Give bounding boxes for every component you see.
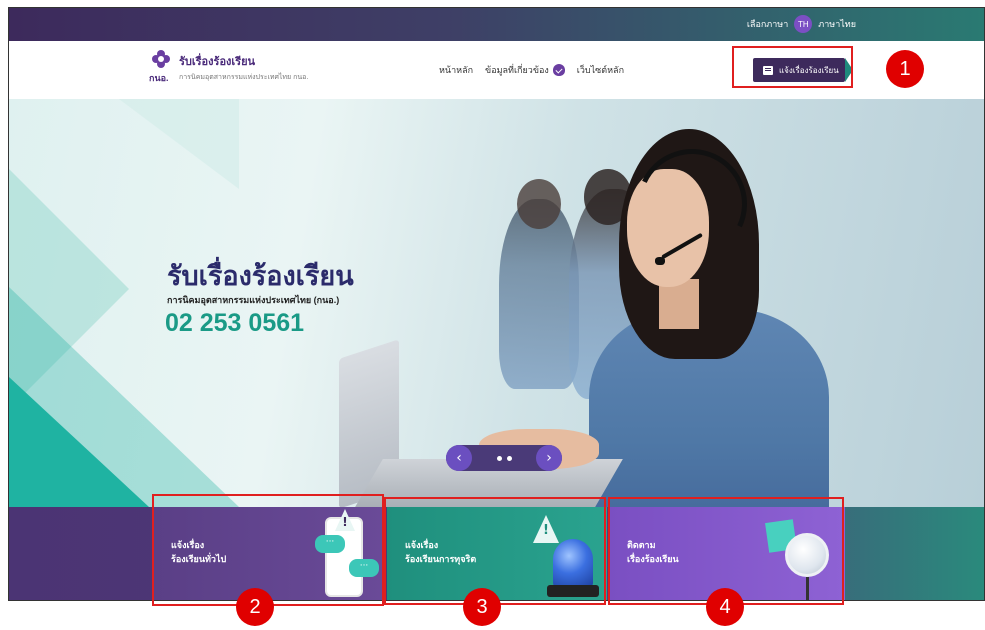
hero-title: รับเรื่องร้องเรียน (167, 261, 354, 291)
main-nav: หน้าหลัก ข้อมูลที่เกี่ยวข้อง เว็บไซต์หลั… (439, 63, 624, 77)
nav-home[interactable]: หน้าหลัก (439, 63, 473, 77)
decor-triangle (119, 99, 239, 189)
hero-subtitle: การนิคมอุตสาหกรรมแห่งประเทศไทย (กนอ.) (167, 295, 340, 305)
carousel-dot[interactable] (506, 455, 512, 461)
site-logo[interactable]: กนอ. รับเรื่องร้องเรียน การนิคมอุตสาหกรร… (149, 49, 308, 85)
carousel-controls: ‹ › (446, 445, 562, 471)
hero-phone-number[interactable]: 02 253 0561 (165, 309, 304, 338)
nav-related-info[interactable]: ข้อมูลที่เกี่ยวข้อง (485, 63, 565, 77)
annotation-number-4: 4 (706, 588, 744, 626)
decor-triangle (9, 377, 149, 507)
annotation-box-1 (732, 46, 853, 88)
annotation-number-3: 3 (463, 588, 501, 626)
annotation-box-2 (152, 494, 384, 606)
annotation-number-1: 1 (886, 50, 924, 88)
carousel-next-button[interactable]: › (536, 445, 562, 471)
language-bar: เลือกภาษา TH ภาษาไทย (9, 8, 984, 41)
nav-main-website[interactable]: เว็บไซต์หลัก (577, 63, 624, 77)
carousel-prev-button[interactable]: ‹ (446, 445, 472, 471)
carousel-dots (496, 455, 512, 461)
language-code-badge[interactable]: TH (794, 15, 813, 33)
annotation-number-2: 2 (236, 588, 274, 626)
hero-banner: รับเรื่องร้องเรียน การนิคมอุตสาหกรรมแห่ง… (9, 99, 984, 507)
annotation-box-3 (384, 497, 606, 605)
headset-mic-tip (655, 257, 665, 265)
language-label: เลือกภาษา (746, 19, 789, 29)
language-switcher[interactable]: เลือกภาษา TH ภาษาไทย (747, 15, 856, 33)
logo-subtitle: การนิคมอุตสาหกรรมแห่งประเทศไทย กนอ. (179, 73, 309, 81)
carousel-dot[interactable] (496, 455, 502, 461)
ieat-logo-icon: กนอ. (149, 49, 173, 85)
background-agent-head (517, 179, 561, 229)
language-name[interactable]: ภาษาไทย (818, 17, 856, 31)
nav-related-info-label: ข้อมูลที่เกี่ยวข้อง (485, 65, 549, 75)
logo-abbreviation: กนอ. (149, 73, 169, 83)
logo-title: รับเรื่องร้องเรียน (179, 55, 256, 68)
shield-check-icon (552, 64, 565, 76)
